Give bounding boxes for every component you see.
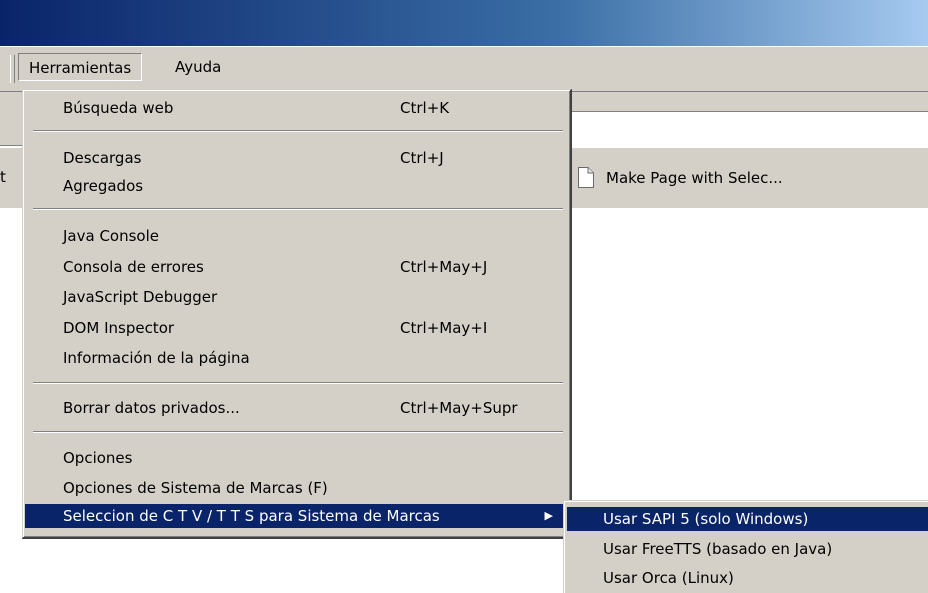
- menu-item-clear-private-data[interactable]: Borrar datos privados... Ctrl+May+Supr: [25, 396, 569, 420]
- menu-item-label: Descargas: [63, 149, 142, 167]
- menu-item-bookmark-system-options[interactable]: Opciones de Sistema de Marcas (F): [25, 476, 569, 500]
- tools-menu-popup: Búsqueda web Ctrl+K Descargas Ctrl+J Agr…: [22, 89, 572, 539]
- menu-item-label: Borrar datos privados...: [63, 399, 240, 417]
- menu-item-java-console[interactable]: Java Console: [25, 224, 569, 248]
- menu-separator: [33, 382, 563, 384]
- url-field[interactable]: [560, 111, 928, 146]
- submenu-arrow-icon: ▶: [544, 509, 553, 522]
- menu-item-label: Opciones de Sistema de Marcas (F): [63, 479, 328, 497]
- menu-item-options[interactable]: Opciones: [25, 446, 569, 470]
- menu-tools[interactable]: Herramientas: [18, 53, 143, 81]
- menu-item-label: Búsqueda web: [63, 99, 174, 117]
- menu-item-shortcut: Ctrl+May+Supr: [400, 399, 518, 417]
- menubar-grip: [10, 55, 15, 83]
- menu-item-label: Java Console: [63, 227, 159, 245]
- menu-item-downloads[interactable]: Descargas Ctrl+J: [25, 146, 569, 170]
- menu-item-tts-selection[interactable]: Seleccion de C T V / T T S para Sistema …: [25, 504, 569, 528]
- menu-item-shortcut: Ctrl+J: [400, 149, 444, 167]
- menu-item-js-debugger[interactable]: JavaScript Debugger: [25, 285, 569, 309]
- submenu-item-freetts[interactable]: Usar FreeTTS (basado en Java): [567, 537, 928, 561]
- menu-item-error-console[interactable]: Consola de errores Ctrl+May+J: [25, 255, 569, 279]
- menu-item-page-info[interactable]: Información de la página: [25, 346, 569, 370]
- menu-item-label: JavaScript Debugger: [63, 288, 218, 306]
- bookmark-make-page-label: Make Page with Selec...: [606, 169, 783, 187]
- tts-submenu-popup: Usar SAPI 5 (solo Windows) Usar FreeTTS …: [563, 500, 928, 593]
- menu-item-label: Opciones: [63, 449, 133, 467]
- menu-separator: [33, 431, 563, 433]
- menu-item-label: Seleccion de C T V / T T S para Sistema …: [63, 507, 440, 525]
- bookmark-item-fragment[interactable]: t: [0, 168, 6, 186]
- menu-item-shortcut: Ctrl+K: [400, 99, 450, 117]
- window-titlebar: [0, 0, 928, 46]
- page-icon: [578, 167, 594, 188]
- menu-item-web-search[interactable]: Búsqueda web Ctrl+K: [25, 96, 569, 120]
- menu-separator: [33, 208, 563, 210]
- menu-help[interactable]: Ayuda: [165, 53, 231, 81]
- menu-item-dom-inspector[interactable]: DOM Inspector Ctrl+May+I: [25, 316, 569, 340]
- menu-item-addons[interactable]: Agregados: [25, 174, 569, 198]
- menu-separator: [33, 130, 563, 132]
- menu-item-label: Consola de errores: [63, 258, 204, 276]
- menu-item-label: Agregados: [63, 177, 144, 195]
- menubar: Herramientas Ayuda: [0, 46, 928, 92]
- submenu-item-orca[interactable]: Usar Orca (Linux): [567, 566, 928, 590]
- menu-item-shortcut: Ctrl+May+I: [400, 319, 488, 337]
- menu-item-label: Información de la página: [63, 349, 250, 367]
- menu-item-label: DOM Inspector: [63, 319, 175, 337]
- bookmark-make-page[interactable]: Make Page with Selec...: [578, 165, 783, 191]
- submenu-item-sapi5[interactable]: Usar SAPI 5 (solo Windows): [567, 507, 928, 531]
- menu-item-shortcut: Ctrl+May+J: [400, 258, 488, 276]
